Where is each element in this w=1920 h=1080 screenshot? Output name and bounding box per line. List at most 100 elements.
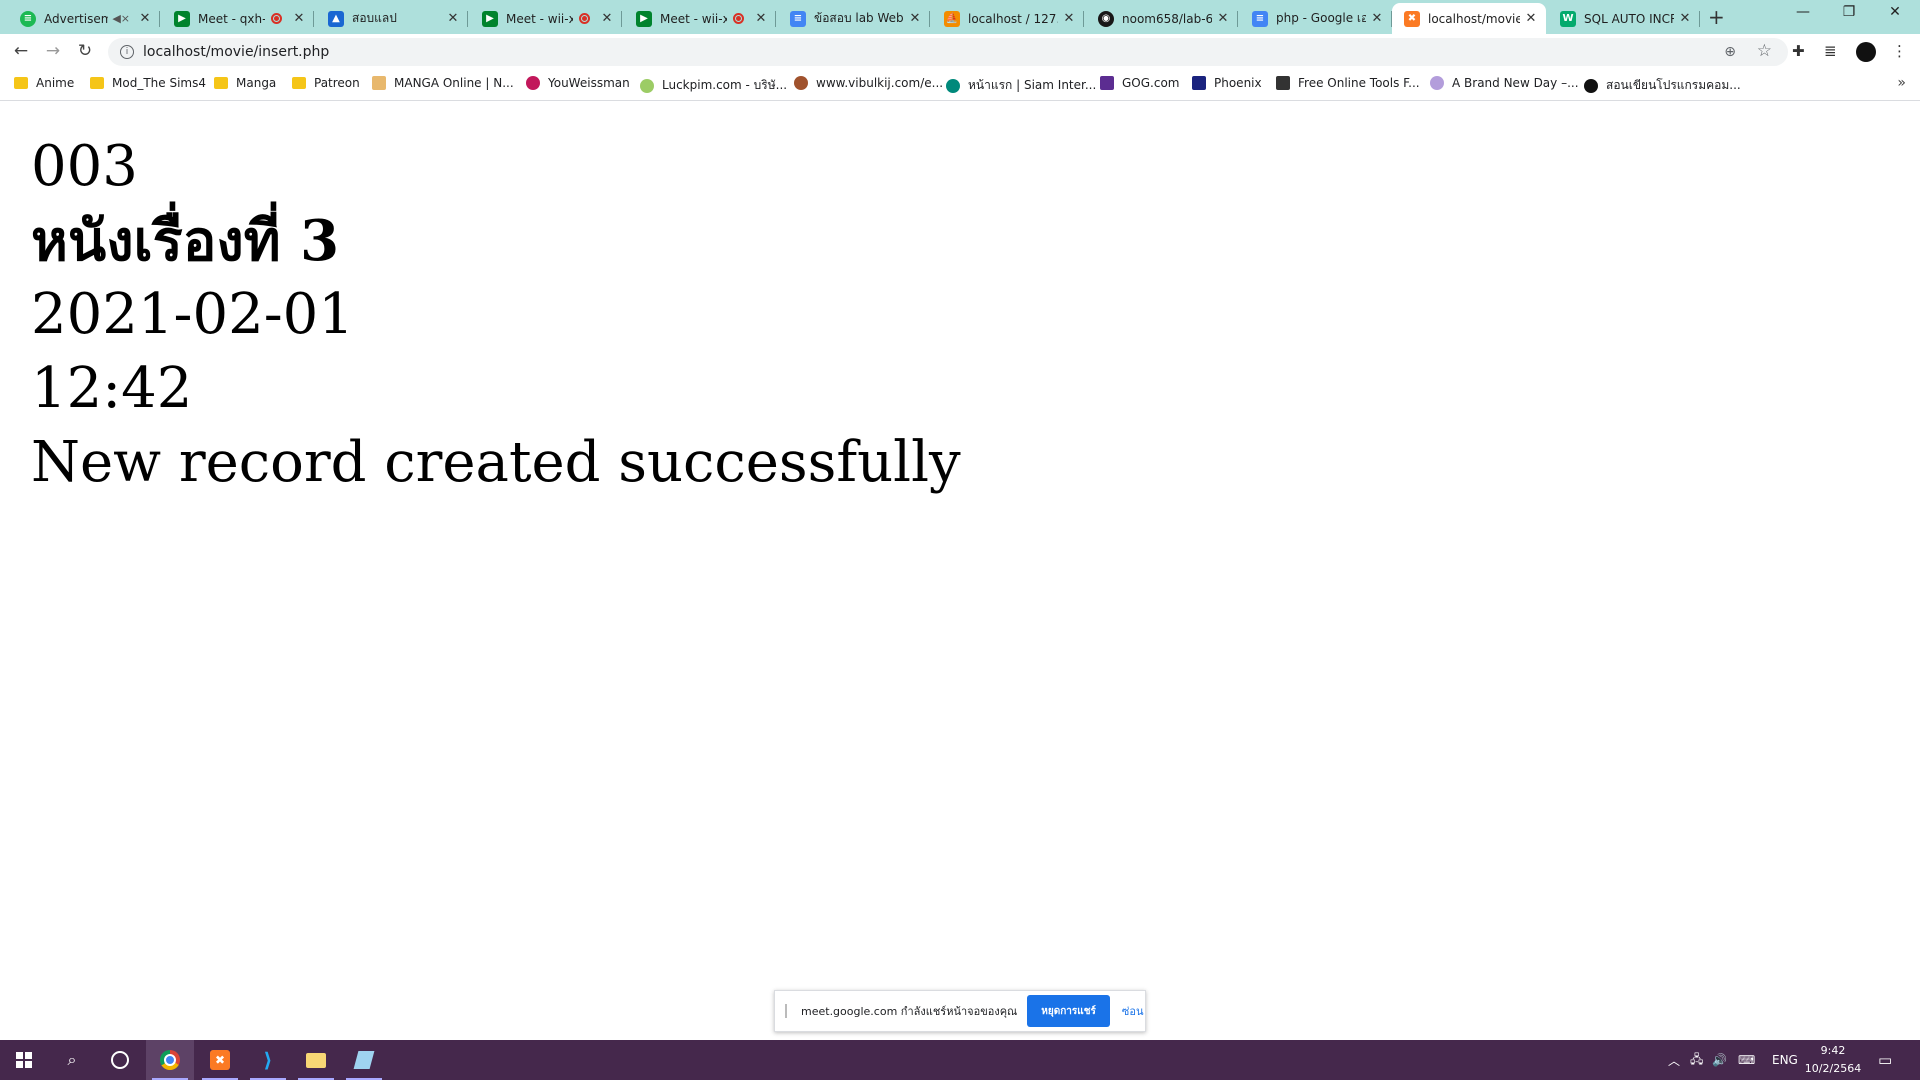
tab-label: Meet - qxh- xyxy=(198,11,265,26)
tab-meet-1[interactable]: ▶ Meet - qxh- ✕ xyxy=(162,3,314,34)
file-explorer-icon[interactable] xyxy=(292,1040,340,1080)
drag-handle-icon[interactable] xyxy=(785,1004,789,1018)
bookmark-phoenix[interactable]: Phoenix xyxy=(1192,76,1262,90)
tab-meet-2[interactable]: ▶ Meet - wii-x ✕ xyxy=(470,3,622,34)
speaker-muted-icon[interactable]: ◀× xyxy=(112,12,130,25)
bookmark-free-online-tools[interactable]: Free Online Tools F... xyxy=(1276,76,1420,90)
tab-meet-3[interactable]: ▶ Meet - wii-x ✕ xyxy=(624,3,776,34)
meet-icon: ▶ xyxy=(174,10,190,27)
recording-icon xyxy=(579,13,590,24)
bookmark-patreon[interactable]: Patreon xyxy=(292,76,360,90)
tab-phpmyadmin[interactable]: ⛵ localhost / 127.0 ✕ xyxy=(932,3,1084,34)
tab-exam-doc[interactable]: ≡ ข้อสอบ lab Web P ✕ xyxy=(778,3,930,34)
start-button[interactable] xyxy=(0,1040,48,1080)
close-tab-icon[interactable]: ✕ xyxy=(446,11,460,26)
close-tab-icon[interactable]: ✕ xyxy=(1062,11,1076,26)
more-bookmarks-icon[interactable]: » xyxy=(1897,75,1906,91)
bookmark-vibulkij[interactable]: www.vibulkij.com/e... xyxy=(794,76,943,90)
hide-button[interactable]: ซ่อน xyxy=(1122,1002,1144,1020)
gog-icon xyxy=(1100,76,1114,90)
restore-button[interactable]: ❐ xyxy=(1826,4,1872,20)
media-control-icon[interactable]: ≣ xyxy=(1824,42,1837,60)
tab-lab-exam[interactable]: ▲ สอบแลป ✕ xyxy=(316,3,468,34)
tab-label: สอบแลป xyxy=(352,11,397,25)
extensions-icon[interactable]: ✚ xyxy=(1792,42,1805,60)
close-tab-icon[interactable]: ✕ xyxy=(138,11,152,26)
notification-icon[interactable]: ▭ xyxy=(1878,1040,1892,1080)
reload-button[interactable]: ↻ xyxy=(74,41,96,61)
keyboard-icon[interactable]: ⌨ xyxy=(1738,1040,1755,1080)
meet-icon: ▶ xyxy=(482,10,498,27)
tab-sql-auto-increment[interactable]: W SQL AUTO INCR ✕ xyxy=(1548,3,1700,34)
tab-label: ข้อสอบ lab Web P xyxy=(814,11,904,25)
menu-icon[interactable]: ⋮ xyxy=(1892,42,1907,60)
movie-time: 12:42 xyxy=(31,356,193,421)
minimize-button[interactable]: — xyxy=(1780,4,1826,20)
github-icon: ◉ xyxy=(1098,10,1114,27)
recording-icon xyxy=(271,13,282,24)
language-indicator[interactable]: ENG xyxy=(1772,1040,1798,1080)
chrome-taskbar-icon[interactable] xyxy=(146,1040,194,1080)
classroom-icon: ▲ xyxy=(328,10,344,27)
show-hidden-icons[interactable]: ︿ xyxy=(1668,1040,1680,1080)
site-info-icon[interactable]: i xyxy=(120,45,134,59)
xampp-icon: ✖ xyxy=(1404,10,1420,27)
codebeautify-icon xyxy=(1276,76,1290,90)
close-tab-icon[interactable]: ✕ xyxy=(908,11,922,26)
bookmark-youweissman[interactable]: YouWeissman xyxy=(526,76,630,90)
bookmark-star-icon[interactable]: ☆ xyxy=(1757,41,1772,61)
bookmark-manga-online[interactable]: MANGA Online | N... xyxy=(372,76,514,90)
tab-label: localhost/movie xyxy=(1428,11,1520,26)
close-tab-icon[interactable]: ✕ xyxy=(754,11,768,26)
close-tab-icon[interactable]: ✕ xyxy=(1370,11,1384,26)
folder-icon xyxy=(90,77,104,89)
bookmark-siam-inter[interactable]: หน้าแรก | Siam Inter... xyxy=(946,76,1096,95)
movie-id: 003 xyxy=(31,134,138,199)
close-tab-icon[interactable]: ✕ xyxy=(292,11,306,26)
movie-title: หนังเรื่องที่ 3 xyxy=(31,208,340,274)
cortana-icon[interactable] xyxy=(96,1040,144,1080)
screen-share-notification: meet.google.com กำลังแชร์หน้าจอของคุณ หย… xyxy=(774,990,1146,1032)
close-tab-icon[interactable]: ✕ xyxy=(1524,11,1538,26)
bookmarks-bar: Anime Mod_The Sims4 Manga Patreon MANGA … xyxy=(0,70,1920,101)
bookmark-manga[interactable]: Manga xyxy=(214,76,276,90)
bookmark-mod-the-sims4[interactable]: Mod_The Sims4 xyxy=(90,76,206,90)
bookmark-luckpim[interactable]: Luckpim.com - บริษั... xyxy=(640,76,787,95)
zoom-icon[interactable]: ⊕ xyxy=(1724,44,1736,60)
tab-label: SQL AUTO INCR xyxy=(1584,11,1674,26)
close-tab-icon[interactable]: ✕ xyxy=(1216,11,1230,26)
bookmark-gog[interactable]: GOG.com xyxy=(1100,76,1180,90)
vscode-taskbar-icon[interactable]: ⟩ xyxy=(244,1040,292,1080)
back-button[interactable]: ← xyxy=(10,41,32,61)
programming-course-icon xyxy=(1584,78,1598,93)
windows-taskbar: ⌕ ✖ ⟩ ︿ 🖧 🔊 ⌨ ENG 9:42 10/2/2564 ▭ xyxy=(0,1040,1920,1080)
new-tab-button[interactable]: + xyxy=(1708,5,1725,29)
tab-php-doc[interactable]: ≡ php - Google เอ ✕ xyxy=(1240,3,1392,34)
close-tab-icon[interactable]: ✕ xyxy=(600,11,614,26)
bookmark-brand-new-day[interactable]: A Brand New Day –... xyxy=(1430,76,1579,90)
vibulkij-icon xyxy=(794,76,808,90)
network-icon[interactable]: 🖧 xyxy=(1690,1040,1703,1080)
url-text[interactable]: localhost/movie/insert.php xyxy=(143,44,329,60)
volume-icon[interactable]: 🔊 xyxy=(1712,1040,1727,1080)
tab-label: localhost / 127.0 xyxy=(968,11,1058,26)
notepad-icon[interactable] xyxy=(340,1040,388,1080)
tab-advertisement[interactable]: ≡ Advertiseme ◀× ✕ xyxy=(8,3,160,34)
close-window-button[interactable]: ✕ xyxy=(1872,4,1918,20)
phpmyadmin-icon: ⛵ xyxy=(944,10,960,27)
clock[interactable]: 9:42 10/2/2564 xyxy=(1800,1042,1866,1078)
tab-github[interactable]: ◉ noom658/lab-6 ✕ xyxy=(1086,3,1238,34)
address-bar[interactable]: i localhost/movie/insert.php ⊕ ☆ xyxy=(108,38,1788,66)
search-icon[interactable]: ⌕ xyxy=(48,1040,96,1080)
tab-label: php - Google เอ xyxy=(1276,11,1366,25)
manga-online-icon xyxy=(372,76,386,90)
forward-button[interactable]: → xyxy=(42,41,64,61)
profile-avatar[interactable] xyxy=(1856,42,1876,62)
browser-toolbar: ← → ↻ i localhost/movie/insert.php ⊕ ☆ ✚… xyxy=(0,34,1920,70)
bookmark-programming-course[interactable]: สอนเขียนโปรแกรมคอม... xyxy=(1584,76,1741,95)
stop-sharing-button[interactable]: หยุดการแชร์ xyxy=(1027,995,1110,1027)
tab-localhost-movie[interactable]: ✖ localhost/movie ✕ xyxy=(1392,3,1546,34)
xampp-taskbar-icon[interactable]: ✖ xyxy=(196,1040,244,1080)
close-tab-icon[interactable]: ✕ xyxy=(1678,11,1692,26)
bookmark-anime[interactable]: Anime xyxy=(14,76,74,90)
